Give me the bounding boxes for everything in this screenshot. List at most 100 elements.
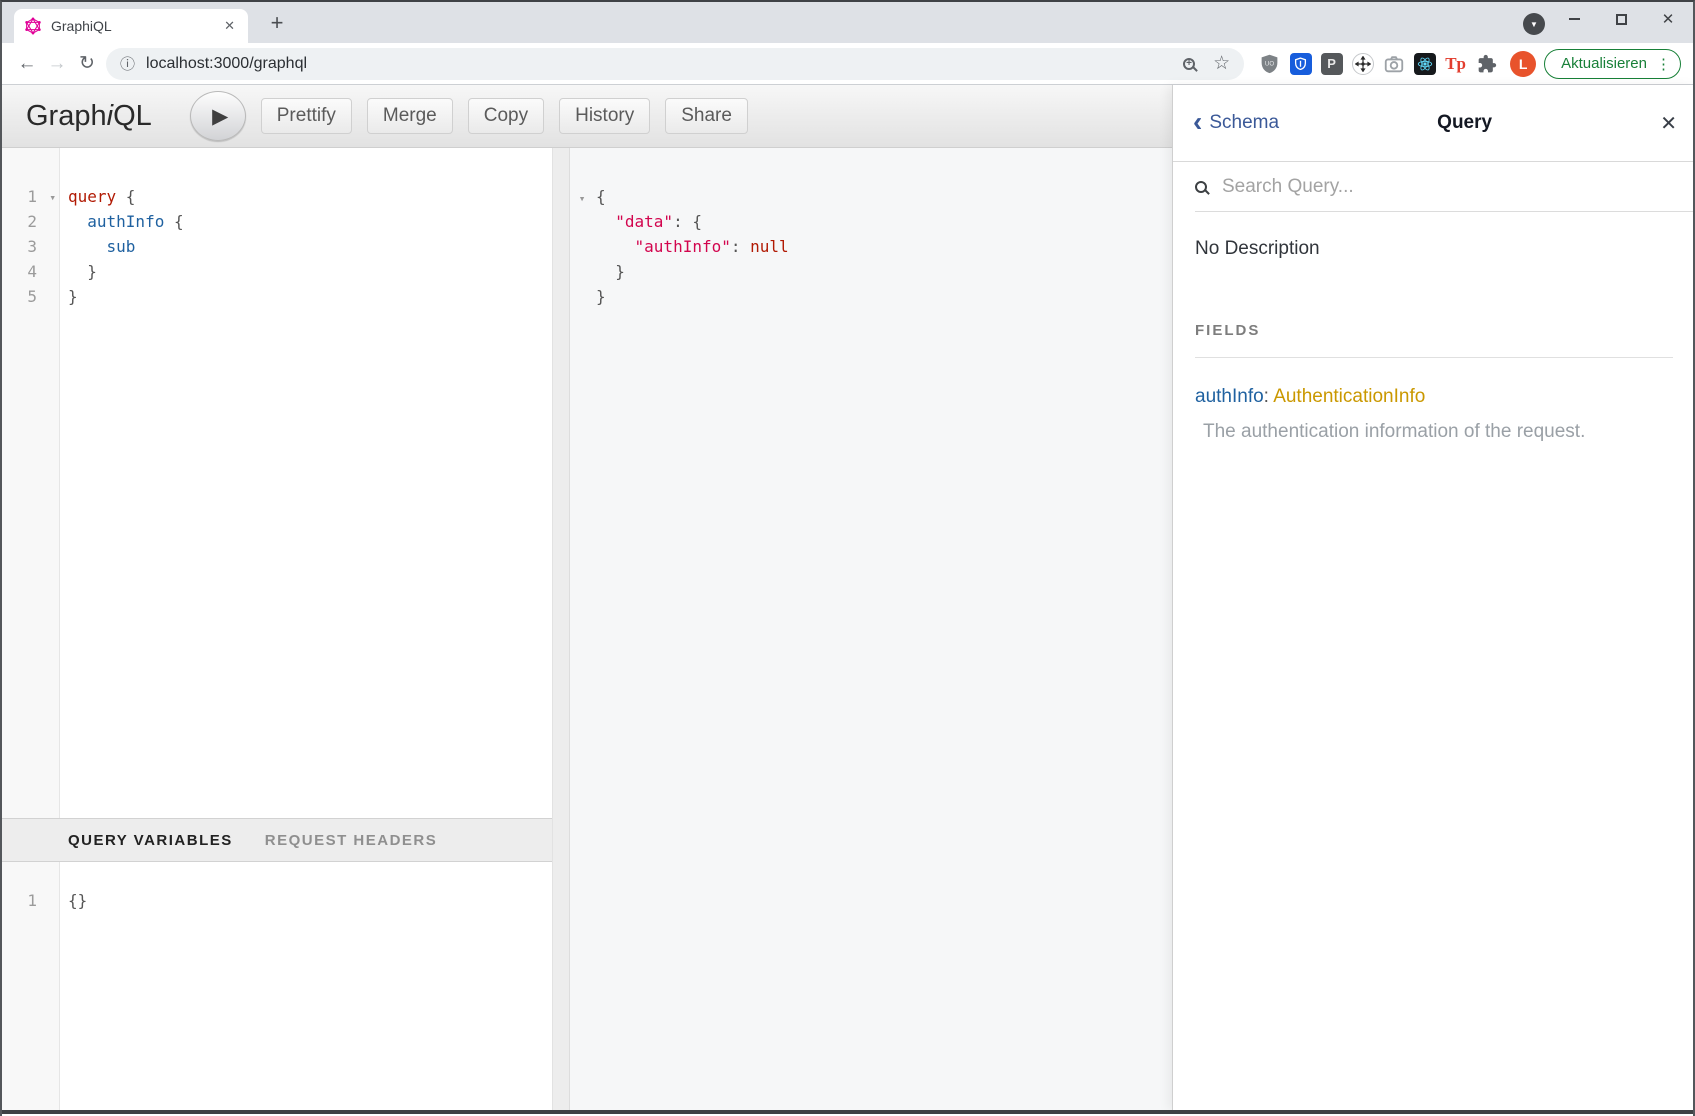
new-tab-button[interactable]: +: [262, 8, 292, 38]
camera-icon: [1383, 53, 1405, 75]
fold-gutter-row: ▾: [570, 184, 594, 209]
refresh-prompt-button[interactable]: Aktualisieren ⋮: [1544, 49, 1681, 79]
query-editor-code[interactable]: query { authInfo { sub }}: [60, 148, 552, 818]
fold-gutter-row: [570, 284, 594, 309]
variables-editor[interactable]: 1 {}: [2, 862, 552, 1110]
chevron-left-icon: ‹: [1193, 108, 1202, 136]
play-icon: ▶: [212, 104, 228, 129]
prettify-button[interactable]: Prettify: [261, 98, 352, 134]
extension-ublock-button[interactable]: UO: [1254, 48, 1285, 80]
graphiql-page: GraphiQL ▶ Prettify Merge Copy History S…: [2, 85, 1693, 1114]
window-bottom-edge: [2, 1110, 1693, 1114]
code-line: "data": {: [596, 209, 1172, 234]
field-type-link[interactable]: AuthenticationInfo: [1273, 386, 1425, 407]
code-line: }: [68, 259, 552, 284]
bitwarden-shield-icon: [1290, 53, 1312, 75]
line-number: 1▾: [2, 184, 59, 209]
tab-title: GraphiQL: [51, 18, 221, 34]
graphql-favicon-icon: [24, 17, 42, 35]
extension-move-button[interactable]: [1347, 48, 1378, 80]
code-line: }: [596, 284, 1172, 309]
history-button[interactable]: History: [559, 98, 650, 134]
puzzle-icon: [1477, 54, 1497, 74]
query-editor-gutter: 1▾2345: [2, 148, 60, 818]
teleparty-tp-icon: Tp: [1445, 54, 1466, 74]
tab-request-headers[interactable]: REQUEST HEADERS: [265, 832, 438, 849]
doc-close-icon[interactable]: ✕: [1660, 111, 1677, 136]
variables-editor-gutter: 1: [2, 862, 60, 1110]
extension-teleparty-button[interactable]: Tp: [1440, 48, 1471, 80]
line-number: 5: [2, 284, 59, 309]
window-minimize-button[interactable]: [1554, 2, 1594, 36]
browser-status-arrow-icon[interactable]: ▼: [1523, 13, 1545, 35]
execute-query-button[interactable]: ▶: [190, 91, 246, 141]
code-line: {: [596, 184, 1172, 209]
result-viewer-code: { "data": { "authInfo": null }}: [594, 148, 1172, 1110]
doc-explorer-content: No Description FIELDS authInfo: Authenti…: [1173, 212, 1695, 443]
code-line: sub: [68, 234, 552, 259]
extension-bitwarden-button[interactable]: [1285, 48, 1316, 80]
bookmark-star-icon[interactable]: ☆: [1213, 52, 1230, 75]
pane-divider[interactable]: [552, 148, 570, 1110]
doc-search-input[interactable]: [1220, 175, 1677, 199]
fold-gutter-row: [570, 259, 594, 284]
merge-button[interactable]: Merge: [367, 98, 453, 134]
more-options-icon[interactable]: ⋮: [1656, 55, 1671, 73]
forward-button: →: [42, 49, 72, 79]
extension-react-devtools-button[interactable]: [1409, 48, 1440, 80]
graphiql-logo: GraphiQL: [26, 100, 152, 133]
field-name-link[interactable]: authInfo: [1195, 386, 1264, 407]
tab-close-icon[interactable]: ✕: [221, 18, 238, 34]
code-line: {}: [68, 888, 552, 913]
share-button[interactable]: Share: [665, 98, 748, 134]
p-extension-icon: P: [1321, 53, 1343, 75]
doc-search-row: [1195, 162, 1695, 212]
copy-button[interactable]: Copy: [468, 98, 544, 134]
graphiql-topbar: GraphiQL ▶ Prettify Merge Copy History S…: [2, 85, 1172, 148]
browser-tab[interactable]: GraphiQL ✕: [14, 9, 248, 43]
fold-gutter-row: [570, 209, 594, 234]
url-text[interactable]: localhost:3000/graphql: [146, 55, 307, 73]
secondary-editor-tabs: QUERY VARIABLES REQUEST HEADERS: [2, 818, 552, 862]
fold-arrow-icon[interactable]: ▾: [579, 192, 586, 205]
query-editor[interactable]: 1▾2345 query { authInfo { sub }}: [2, 148, 552, 818]
doc-back-link[interactable]: ‹ Schema: [1193, 111, 1279, 136]
browser-window: GraphiQL ✕ + ▼ ✕ ← → ↻ ⓘ localhost:3000/…: [0, 0, 1695, 1116]
profile-avatar[interactable]: L: [1510, 51, 1536, 77]
line-number: 4: [2, 259, 59, 284]
extension-p-button[interactable]: P: [1316, 48, 1347, 80]
browser-toolbar: ← → ↻ ⓘ localhost:3000/graphql + ☆ UO P: [2, 43, 1693, 85]
address-bar[interactable]: ⓘ localhost:3000/graphql + ☆: [106, 48, 1244, 80]
reload-button[interactable]: ↻: [72, 49, 102, 79]
type-description: No Description: [1195, 238, 1673, 260]
window-maximize-button[interactable]: [1601, 2, 1641, 36]
result-pane: ▾ { "data": { "authInfo": null }}: [570, 148, 1172, 1110]
result-fold-gutter: ▾: [570, 148, 594, 1110]
react-atom-icon: [1414, 53, 1436, 75]
svg-text:UO: UO: [1265, 60, 1274, 67]
code-line: }: [68, 284, 552, 309]
field-separator: :: [1264, 386, 1274, 407]
code-line: authInfo {: [68, 209, 552, 234]
extension-camera-button[interactable]: [1378, 48, 1409, 80]
zoom-indicator-icon[interactable]: +: [1183, 58, 1195, 70]
line-number: 3: [2, 234, 59, 259]
site-info-icon[interactable]: ⓘ: [120, 53, 135, 74]
window-close-button[interactable]: ✕: [1648, 2, 1688, 36]
variables-editor-code[interactable]: {}: [60, 862, 552, 1110]
doc-back-label: Schema: [1209, 112, 1279, 134]
refresh-prompt-label: Aktualisieren: [1561, 55, 1647, 72]
back-button[interactable]: ←: [12, 49, 42, 79]
doc-explorer-header: ‹ Schema Query ✕: [1173, 85, 1695, 162]
shield-icon: UO: [1259, 53, 1280, 74]
tab-strip: GraphiQL ✕ + ▼ ✕: [2, 2, 1693, 43]
fold-gutter-row: [570, 234, 594, 259]
fold-arrow-icon[interactable]: ▾: [49, 185, 56, 210]
line-number: 2: [2, 209, 59, 234]
extensions-menu-button[interactable]: [1471, 48, 1502, 80]
field-description: The authentication information of the re…: [1195, 421, 1673, 443]
code-line: }: [596, 259, 1172, 284]
query-pane: 1▾2345 query { authInfo { sub }} QUERY V…: [2, 148, 552, 1110]
move-arrows-icon: [1352, 53, 1374, 75]
tab-query-variables[interactable]: QUERY VARIABLES: [68, 832, 233, 849]
